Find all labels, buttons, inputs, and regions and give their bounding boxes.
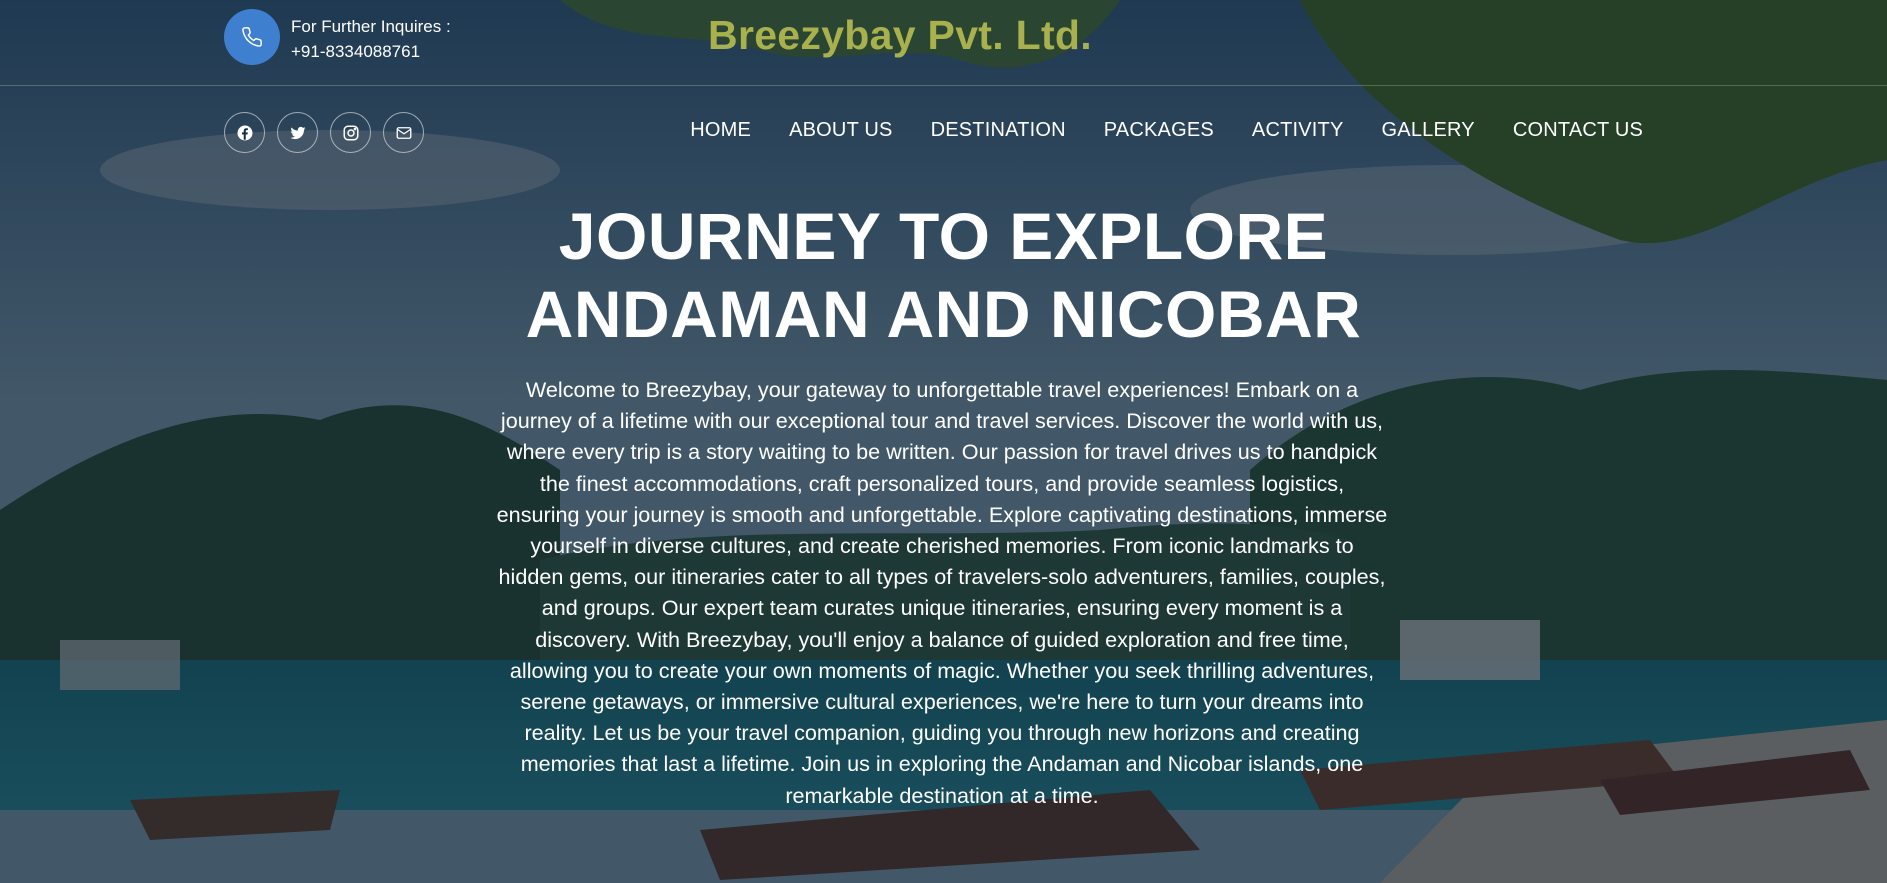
facebook-icon [237, 125, 252, 140]
hero-description: Welcome to Breezybay, your gateway to un… [496, 377, 1388, 808]
mail-icon [396, 126, 411, 139]
nav-item-destination[interactable]: DESTINATION [931, 119, 1066, 142]
mail-link[interactable] [383, 112, 424, 153]
social-links [224, 112, 424, 153]
instagram-link[interactable] [330, 112, 371, 153]
contact-phone[interactable]: +91-8334088761 [291, 39, 451, 64]
nav-item-gallery[interactable]: GALLERY [1382, 119, 1475, 142]
phone-icon-button[interactable] [224, 9, 280, 65]
instagram-icon [343, 125, 358, 140]
twitter-icon [290, 126, 305, 139]
nav-item-activity[interactable]: ACTIVITY [1252, 119, 1344, 142]
hero-title-line-2: ANDAMAN AND NICOBAR [525, 277, 1362, 351]
phone-icon [242, 27, 262, 47]
brand-logo-text[interactable]: Breezybay Pvt. Ltd. [546, 12, 1246, 59]
main-nav: HOME ABOUT US DESTINATION PACKAGES ACTIV… [690, 119, 1643, 142]
twitter-link[interactable] [277, 112, 318, 153]
hero-title: JOURNEY TO EXPLORE ANDAMAN AND NICOBAR [0, 197, 1887, 353]
nav-item-home[interactable]: HOME [690, 119, 751, 142]
contact-label: For Further Inquires : [291, 17, 451, 36]
hero-title-line-1: JOURNEY TO EXPLORE [558, 199, 1329, 273]
hero-section: For Further Inquires : +91-8334088761 Br… [0, 0, 1887, 883]
top-bar: For Further Inquires : +91-8334088761 Br… [0, 0, 1887, 86]
nav-item-contact-us[interactable]: CONTACT US [1513, 119, 1643, 142]
nav-item-about-us[interactable]: ABOUT US [789, 119, 892, 142]
nav-item-packages[interactable]: PACKAGES [1104, 119, 1214, 142]
facebook-link[interactable] [224, 112, 265, 153]
contact-info: For Further Inquires : +91-8334088761 [291, 14, 451, 64]
